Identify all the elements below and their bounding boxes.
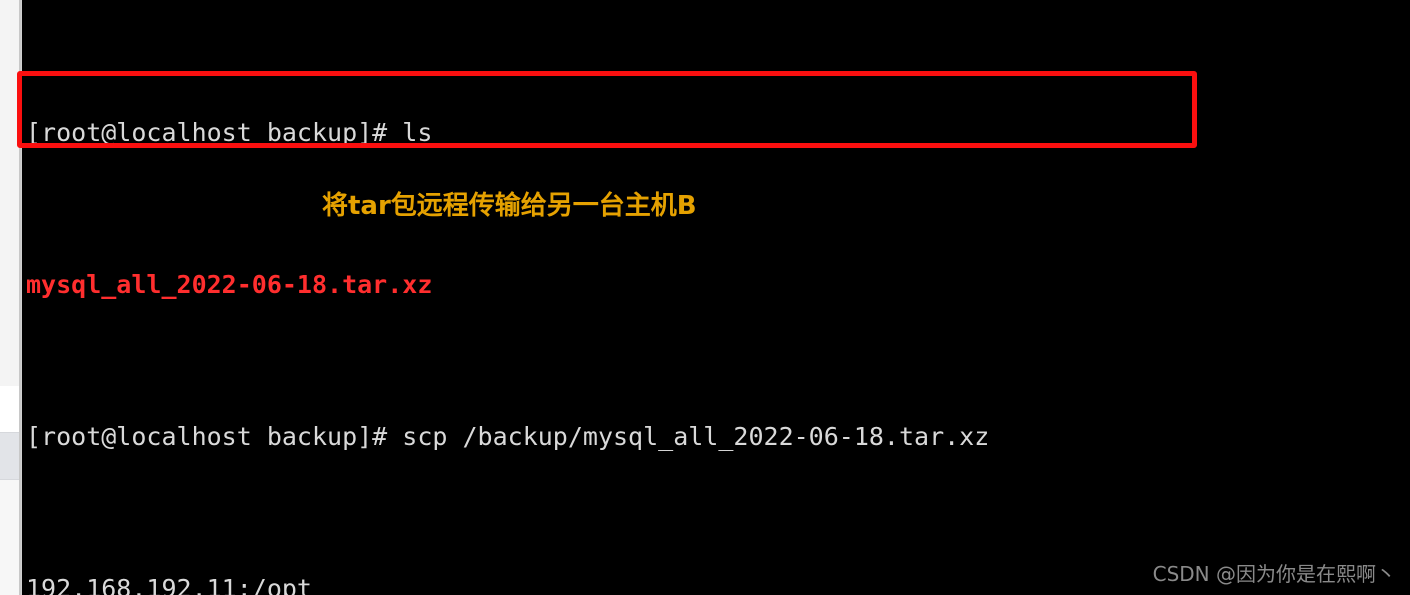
terminal-screenshot: [root@localhost backup]# ls mysql_all_20…	[0, 0, 1410, 595]
scrollbar-thumb[interactable]	[0, 432, 21, 480]
annotation-note-text: 将tar包远程传输给另一台主机B	[322, 191, 697, 221]
terminal-line-ls-output: mysql_all_2022-06-18.tar.xz	[26, 270, 433, 299]
scrollbar-edge-divider	[19, 0, 21, 595]
scrollbar-track-mid[interactable]	[0, 386, 21, 432]
scrollbar-track-upper[interactable]	[0, 0, 21, 386]
scrollbar-track-lower[interactable]	[0, 480, 21, 595]
vertical-scrollbar[interactable]	[0, 0, 22, 595]
terminal-output[interactable]: [root@localhost backup]# ls mysql_all_20…	[22, 0, 1410, 595]
terminal-line-command-ls: [root@localhost backup]# ls	[26, 118, 433, 147]
terminal-line-command-scp: [root@localhost backup]# scp /backup/mys…	[26, 422, 990, 451]
csdn-watermark: CSDN @因为你是在熙啊丶	[1152, 562, 1396, 586]
